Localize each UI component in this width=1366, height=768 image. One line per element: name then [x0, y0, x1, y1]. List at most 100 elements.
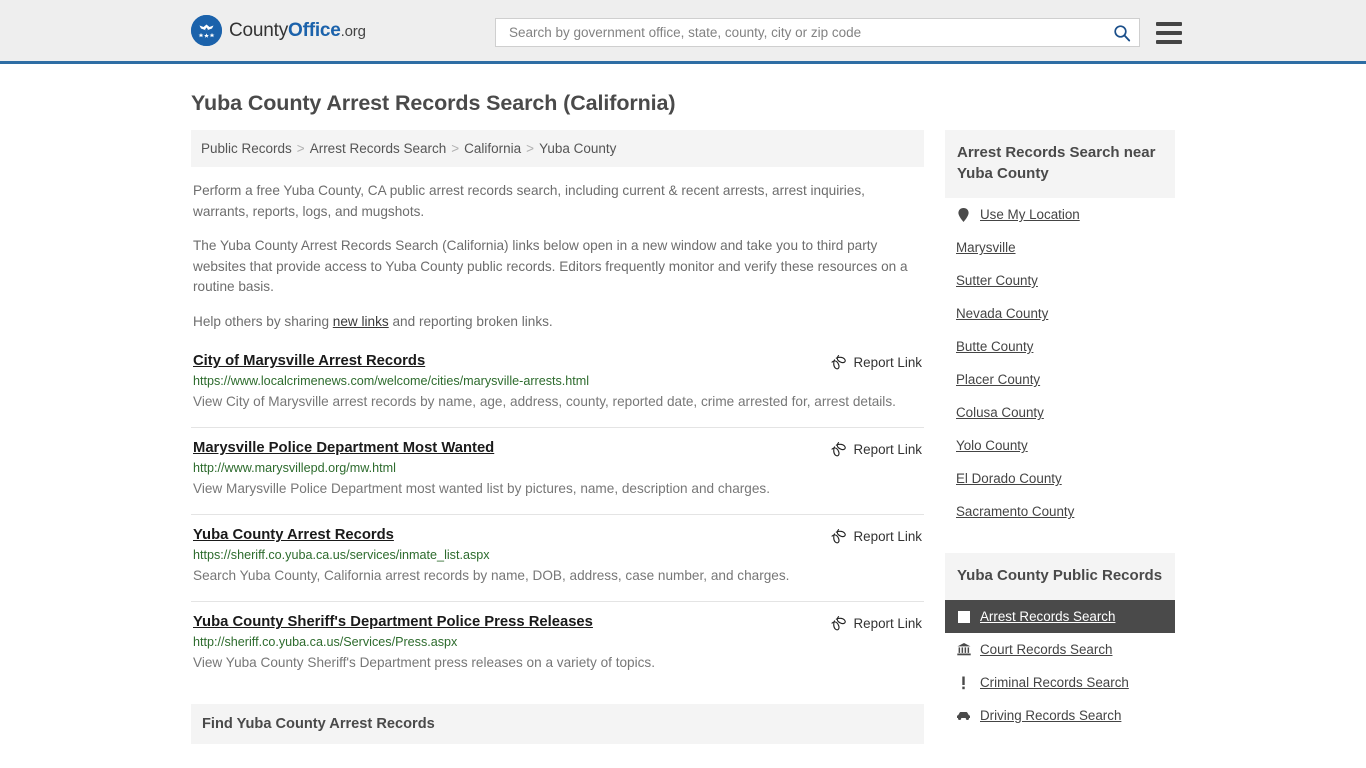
result-header: City of Marysville Arrest Records Report…: [193, 353, 922, 370]
sidebar-public-records-list: Arrest Records Search Court Records Sear…: [945, 600, 1175, 732]
site-logo[interactable]: CountyOffice.org: [191, 15, 366, 46]
find-records-section-header: Find Yuba County Arrest Records: [191, 704, 924, 744]
search-icon[interactable]: [1111, 22, 1133, 44]
report-link-label: Report Link: [853, 615, 922, 631]
list-item: Sutter County: [945, 264, 1175, 297]
result-item: Yuba County Arrest Records Report Link h…: [191, 514, 924, 601]
intro-paragraph-1: Perform a free Yuba County, CA public ar…: [193, 183, 865, 219]
list-item: Sacramento County: [945, 495, 1175, 528]
sidebar-item-label: Colusa County: [956, 405, 1044, 420]
content-columns: Public Records > Arrest Records Search > Cal…: [191, 130, 1175, 744]
results-list: City of Marysville Arrest Records Report…: [191, 351, 924, 688]
intro-p3-after: and reporting broken links.: [388, 313, 553, 329]
sidebar-item-el-dorado-county[interactable]: El Dorado County: [945, 462, 1175, 495]
list-item: Arrest Records Search: [945, 600, 1175, 633]
report-link-button[interactable]: Report Link: [830, 527, 922, 544]
logo-text: CountyOffice.org: [229, 20, 366, 42]
sidebar-item-use-my-location[interactable]: Use My Location: [945, 198, 1175, 231]
list-item: Nevada County: [945, 297, 1175, 330]
sidebar-item-label: Sacramento County: [956, 504, 1075, 519]
sidebar-item-criminal-records-search[interactable]: Criminal Records Search: [945, 666, 1175, 699]
sidebar-item-driving-records-search[interactable]: Driving Records Search: [945, 699, 1175, 732]
sidebar: Arrest Records Search near Yuba County U…: [945, 130, 1175, 732]
exclamation-icon: [956, 676, 971, 690]
result-url[interactable]: https://www.localcrimenews.com/welcome/c…: [193, 374, 922, 388]
logo-text-county: County: [229, 19, 289, 41]
result-item: City of Marysville Arrest Records Report…: [191, 351, 924, 427]
result-item: Marysville Police Department Most Wanted…: [191, 427, 924, 514]
list-item: Butte County: [945, 330, 1175, 363]
sidebar-item-label: Court Records Search: [980, 642, 1113, 657]
intro-paragraph-3: Help others by sharing new links and rep…: [191, 312, 924, 333]
sidebar-item-label: Driving Records Search: [980, 708, 1122, 723]
sidebar-item-label: Use My Location: [980, 207, 1080, 222]
sidebar-item-label: Arrest Records Search: [980, 609, 1116, 624]
hamburger-menu-icon[interactable]: [1156, 21, 1182, 44]
report-link-button[interactable]: Report Link: [830, 353, 922, 370]
sidebar-nearby-heading: Arrest Records Search near Yuba County: [945, 130, 1175, 198]
list-item: Use My Location: [945, 198, 1175, 231]
result-header: Marysville Police Department Most Wanted…: [193, 440, 922, 457]
hamburger-bar: [1156, 39, 1182, 44]
breadcrumb-separator: >: [296, 141, 305, 156]
list-item: Marysville: [945, 231, 1175, 264]
sidebar-item-butte-county[interactable]: Butte County: [945, 330, 1175, 363]
sidebar-item-yolo-county[interactable]: Yolo County: [945, 429, 1175, 462]
sidebar-item-label: El Dorado County: [956, 471, 1062, 486]
result-description: View Yuba County Sheriff's Department pr…: [193, 655, 656, 670]
sidebar-item-label: Placer County: [956, 372, 1041, 387]
breadcrumb-separator: >: [451, 141, 460, 156]
breadcrumb-separator: >: [526, 141, 535, 156]
logo-text-org: .org: [340, 22, 366, 40]
broken-link-icon: [830, 442, 846, 457]
list-item: Driving Records Search: [945, 699, 1175, 732]
result-description: View Marysville Police Department most w…: [193, 481, 770, 496]
search-area: [495, 18, 1182, 47]
sidebar-item-arrest-records-search[interactable]: Arrest Records Search: [945, 600, 1175, 633]
sidebar-item-marysville[interactable]: Marysville: [945, 231, 1175, 264]
new-links-link[interactable]: new links: [333, 314, 389, 329]
result-header: Yuba County Arrest Records Report Link: [193, 527, 922, 544]
report-link-label: Report Link: [853, 354, 922, 370]
sidebar-item-sutter-county[interactable]: Sutter County: [945, 264, 1175, 297]
hamburger-bar: [1156, 30, 1182, 35]
sidebar-item-court-records-search[interactable]: Court Records Search: [945, 633, 1175, 666]
breadcrumb-item-california[interactable]: California: [464, 141, 521, 156]
result-title-link[interactable]: Yuba County Arrest Records: [193, 527, 394, 543]
sidebar-item-colusa-county[interactable]: Colusa County: [945, 396, 1175, 429]
result-title-link[interactable]: Yuba County Sheriff's Department Police …: [193, 614, 593, 630]
search-box[interactable]: [495, 18, 1140, 47]
result-title-link[interactable]: Marysville Police Department Most Wanted: [193, 440, 494, 456]
result-title-link[interactable]: City of Marysville Arrest Records: [193, 353, 425, 369]
hamburger-bar: [1156, 21, 1182, 26]
result-url[interactable]: https://sheriff.co.yuba.ca.us/services/i…: [193, 548, 922, 562]
breadcrumb-item-public-records[interactable]: Public Records: [201, 141, 292, 156]
list-item: Criminal Records Search: [945, 666, 1175, 699]
logo-text-office: Office: [288, 19, 341, 41]
report-link-label: Report Link: [853, 528, 922, 544]
sidebar-public-records-heading: Yuba County Public Records: [945, 553, 1175, 600]
sidebar-item-sacramento-county[interactable]: Sacramento County: [945, 495, 1175, 528]
list-item: Yolo County: [945, 429, 1175, 462]
report-link-button[interactable]: Report Link: [830, 614, 922, 631]
intro-text: Perform a free Yuba County, CA public ar…: [191, 181, 924, 332]
broken-link-icon: [830, 529, 846, 544]
result-url[interactable]: http://www.marysvillepd.org/mw.html: [193, 461, 922, 475]
page-title: Yuba County Arrest Records Search (Calif…: [191, 91, 676, 115]
list-item: Placer County: [945, 363, 1175, 396]
intro-p3-before: Help others by sharing: [193, 313, 333, 329]
report-link-button[interactable]: Report Link: [830, 440, 922, 457]
breadcrumb-item-arrest-records-search[interactable]: Arrest Records Search: [310, 141, 447, 156]
result-description: Search Yuba County, California arrest re…: [193, 568, 790, 583]
sidebar-item-placer-county[interactable]: Placer County: [945, 363, 1175, 396]
sidebar-item-nevada-county[interactable]: Nevada County: [945, 297, 1175, 330]
courthouse-icon: [956, 643, 971, 656]
result-description: View City of Marysville arrest records b…: [193, 394, 896, 409]
result-item: Yuba County Sheriff's Department Police …: [191, 601, 924, 688]
list-item: Court Records Search: [945, 633, 1175, 666]
sidebar-item-label: Criminal Records Search: [980, 675, 1129, 690]
eagle-emblem-icon: [191, 15, 222, 46]
result-url[interactable]: http://sheriff.co.yuba.ca.us/Services/Pr…: [193, 635, 922, 649]
search-input[interactable]: [507, 24, 1111, 41]
breadcrumb-item-yuba-county[interactable]: Yuba County: [539, 141, 616, 156]
